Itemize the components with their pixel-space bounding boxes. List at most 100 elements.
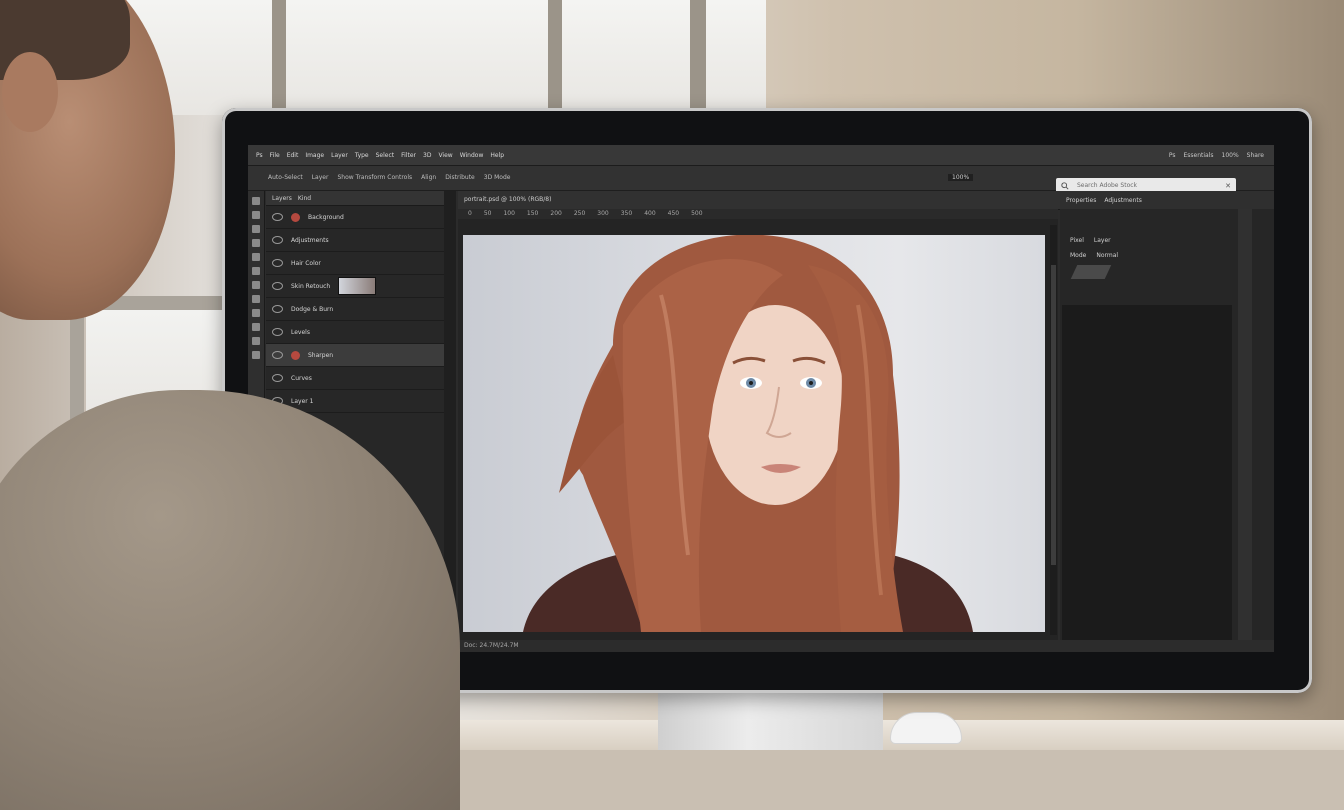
- layer-row[interactable]: Curves: [266, 367, 444, 390]
- option-item-3[interactable]: Align: [421, 174, 436, 181]
- status-text: Doc: 24.7M/24.7M: [464, 642, 519, 649]
- menu-right-item-3[interactable]: Share: [1247, 152, 1264, 159]
- type-tool-icon[interactable]: [252, 351, 260, 359]
- menu-right-item-2[interactable]: 100%: [1222, 152, 1239, 159]
- menu-item-0[interactable]: Ps: [256, 152, 263, 159]
- menu-item-2[interactable]: Edit: [287, 152, 299, 159]
- menu-item-9[interactable]: View: [438, 152, 452, 159]
- layer-label: Background: [308, 213, 344, 221]
- property-value[interactable]: Normal: [1096, 252, 1118, 259]
- menu-right-item-0[interactable]: Ps: [1169, 152, 1176, 159]
- vertical-scrollbar[interactable]: [1050, 225, 1057, 635]
- menu-item-8[interactable]: 3D: [423, 152, 431, 159]
- option-item-1[interactable]: Layer: [312, 174, 329, 181]
- option-item-4[interactable]: Distribute: [445, 174, 475, 181]
- layer-row[interactable]: Adjustments: [266, 229, 444, 252]
- properties-tabs: Properties Adjustments: [1060, 191, 1274, 209]
- zoom-field[interactable]: 100%: [948, 174, 974, 181]
- window-frame: [690, 0, 706, 120]
- ruler-label-8: 400: [644, 210, 656, 217]
- doc-tab-0[interactable]: portrait.psd @ 100% (RGB/8): [464, 196, 551, 203]
- layer-label: Adjustments: [291, 236, 329, 244]
- brush-tool-icon[interactable]: [252, 267, 260, 275]
- properties-tab-0[interactable]: Properties: [1066, 197, 1096, 204]
- move-tool-icon[interactable]: [252, 197, 260, 205]
- layer-mask-icon: [291, 350, 300, 360]
- document-tabs: portrait.psd @ 100% (RGB/8): [464, 196, 551, 203]
- ruler: 0 50 100 150 200 250 300 350 400 450 500: [458, 209, 1058, 219]
- option-item-5[interactable]: 3D Mode: [484, 174, 511, 181]
- gradient-tool-icon[interactable]: [252, 309, 260, 317]
- menu-right-item-1[interactable]: Essentials: [1183, 152, 1213, 159]
- stamp-tool-icon[interactable]: [252, 281, 260, 289]
- eye-icon[interactable]: [272, 236, 283, 244]
- ruler-label-5: 250: [573, 210, 586, 217]
- ruler-label-0: 0: [468, 210, 472, 217]
- window-light: [86, 0, 766, 115]
- property-row: Pixel Layer: [1070, 237, 1118, 244]
- canvas-photo[interactable]: [463, 235, 1045, 632]
- menu-right: Ps Essentials 100% Share: [1169, 152, 1264, 159]
- layer-label: Levels: [291, 328, 310, 336]
- menu-item-1[interactable]: File: [270, 152, 280, 159]
- scrollbar-thumb[interactable]: [1051, 265, 1056, 565]
- properties-block: Pixel Layer Mode Normal: [1070, 237, 1118, 267]
- search-placeholder: Search Adobe Stock: [1077, 182, 1138, 189]
- canvas-area[interactable]: [458, 219, 1058, 640]
- property-value[interactable]: Layer: [1094, 237, 1111, 244]
- eyedropper-tool-icon[interactable]: [252, 253, 260, 261]
- layer-label: Skin Retouch: [291, 282, 331, 290]
- dodge-tool-icon[interactable]: [252, 323, 260, 331]
- search-icon: [1061, 181, 1069, 190]
- lasso-tool-icon[interactable]: [252, 225, 260, 233]
- properties-content: [1062, 305, 1232, 645]
- close-icon[interactable]: ✕: [1225, 182, 1231, 190]
- eye-icon[interactable]: [272, 259, 283, 267]
- layer-row[interactable]: Dodge & Burn: [266, 298, 444, 321]
- eraser-tool-icon[interactable]: [252, 295, 260, 303]
- eye-icon[interactable]: [272, 328, 283, 336]
- menu-items: Ps File Edit Image Layer Type Select Filter 3D Vi…: [256, 152, 504, 159]
- menu-item-7[interactable]: Filter: [401, 152, 416, 159]
- eye-icon[interactable]: [272, 374, 283, 382]
- pen-tool-icon[interactable]: [252, 337, 260, 345]
- options-items: Auto-Select Layer Show Transform Controls A…: [268, 174, 510, 181]
- properties-tab-1[interactable]: Adjustments: [1104, 197, 1142, 204]
- layer-row[interactable]: Skin Retouch: [266, 275, 444, 298]
- menu-item-6[interactable]: Select: [376, 152, 395, 159]
- marquee-tool-icon[interactable]: [252, 211, 260, 219]
- option-item-0[interactable]: Auto-Select: [268, 174, 303, 181]
- layers-header-item-0[interactable]: Layers: [272, 195, 292, 202]
- menu-item-5[interactable]: Type: [355, 152, 369, 159]
- property-label: Mode: [1070, 252, 1087, 259]
- layer-label: Layer 1: [291, 397, 314, 405]
- crop-tool-icon[interactable]: [252, 239, 260, 247]
- right-panel-scrollbar[interactable]: [1238, 209, 1252, 652]
- layer-row[interactable]: Sharpen: [266, 344, 444, 367]
- menu-item-3[interactable]: Image: [305, 152, 324, 159]
- ruler-labels: 0 50 100 150 200 250 300 350 400 450 500: [468, 210, 703, 217]
- eye-icon[interactable]: [272, 282, 283, 290]
- eye-icon[interactable]: [272, 305, 283, 313]
- layer-row[interactable]: Hair Color: [266, 252, 444, 275]
- menu-item-4[interactable]: Layer: [331, 152, 348, 159]
- layers-header-item-1[interactable]: Kind: [298, 195, 311, 202]
- window-frame: [548, 0, 562, 120]
- option-item-2[interactable]: Show Transform Controls: [337, 174, 412, 181]
- layer-label: Hair Color: [291, 259, 321, 267]
- menu-item-10[interactable]: Window: [460, 152, 484, 159]
- properties-panel: Properties Adjustments Pixel Layer Mode Norm…: [1060, 191, 1274, 652]
- layer-row[interactable]: Levels: [266, 321, 444, 344]
- layer-row[interactable]: Background: [266, 206, 444, 229]
- ruler-label-7: 350: [620, 210, 633, 217]
- mouse: [890, 712, 962, 744]
- properties-swatch[interactable]: [1070, 265, 1112, 279]
- eye-icon[interactable]: [272, 351, 283, 359]
- eye-icon[interactable]: [272, 213, 283, 221]
- ruler-label-4: 200: [550, 210, 562, 217]
- property-row: Mode Normal: [1070, 252, 1118, 259]
- layer-list: Background Adjustments Hair Color Skin Reto…: [266, 206, 444, 413]
- menu-item-11[interactable]: Help: [490, 152, 504, 159]
- layer-label: Curves: [291, 374, 312, 382]
- layer-mask-icon: [291, 212, 300, 222]
